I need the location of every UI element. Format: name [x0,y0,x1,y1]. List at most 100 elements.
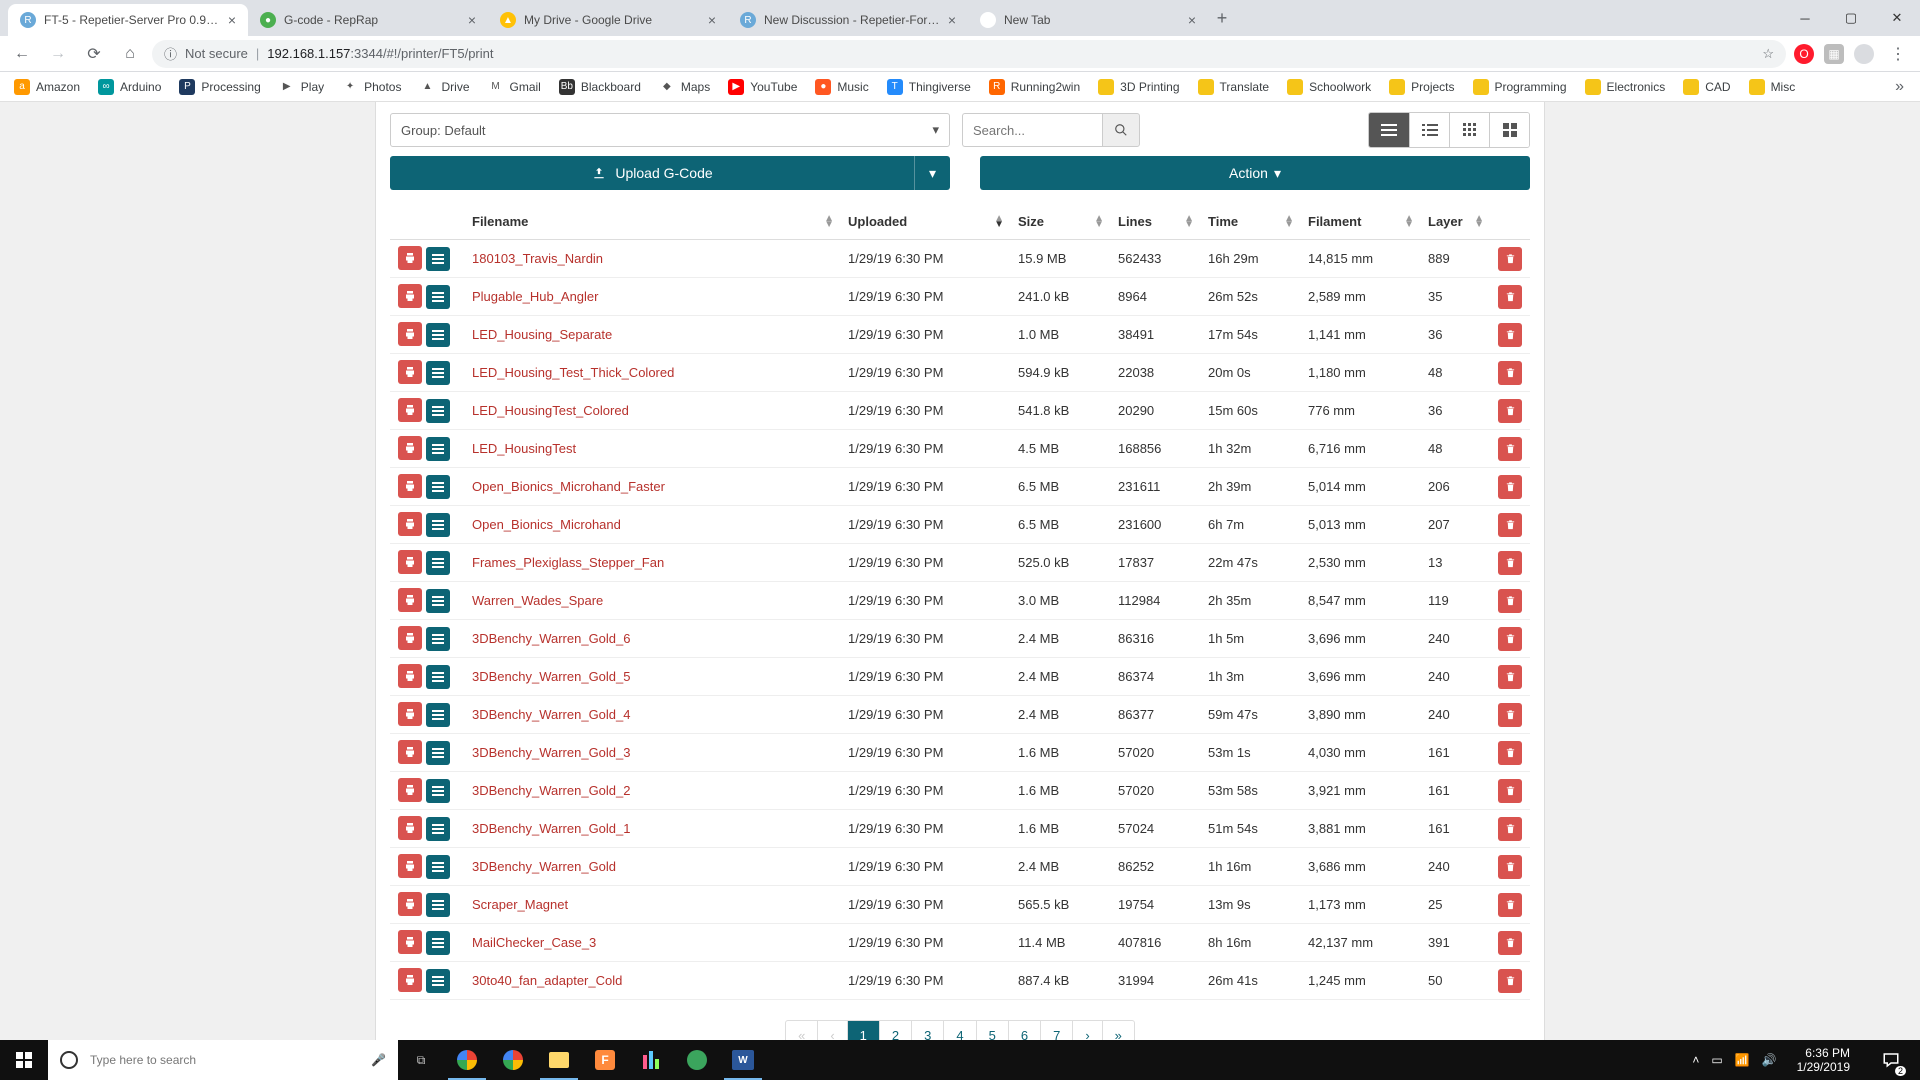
file-link[interactable]: 3DBenchy_Warren_Gold_5 [472,669,631,684]
taskbar-app-orange[interactable]: F [582,1040,628,1080]
delete-button[interactable] [1498,703,1522,727]
bookmark-item[interactable]: TThingiverse [881,79,977,95]
queue-button[interactable] [426,437,450,461]
print-button[interactable] [398,854,422,878]
delete-button[interactable] [1498,627,1522,651]
delete-button[interactable] [1498,513,1522,537]
bookmark-item[interactable]: RRunning2win [983,79,1086,95]
browser-tab[interactable]: RFT-5 - Repetier-Server Pro 0.90.7× [8,4,248,36]
delete-button[interactable] [1498,817,1522,841]
page-next[interactable]: › [1073,1021,1101,1040]
file-link[interactable]: 30to40_fan_adapter_Cold [472,973,622,988]
profile-avatar[interactable] [1854,44,1874,64]
col-filename[interactable]: Filename▲▼ [464,204,840,240]
queue-button[interactable] [426,703,450,727]
print-button[interactable] [398,550,422,574]
view-grid-large-button[interactable] [1489,113,1529,147]
extension-icon[interactable]: ▦ [1824,44,1844,64]
page-number[interactable]: 7 [1041,1021,1072,1040]
page-prev[interactable]: ‹ [818,1021,846,1040]
upload-gcode-button[interactable]: Upload G-Code [390,156,914,190]
col-layer[interactable]: Layer▲▼ [1420,204,1490,240]
taskbar-app-bars[interactable] [628,1040,674,1080]
col-lines[interactable]: Lines▲▼ [1110,204,1200,240]
print-button[interactable] [398,702,422,726]
back-button[interactable]: ← [8,40,36,68]
delete-button[interactable] [1498,361,1522,385]
taskbar-clock[interactable]: 6:36 PM 1/29/2019 [1789,1046,1858,1074]
file-link[interactable]: Frames_Plexiglass_Stepper_Fan [472,555,664,570]
delete-button[interactable] [1498,893,1522,917]
browser-tab[interactable]: ▲My Drive - Google Drive× [488,4,728,36]
search-button[interactable] [1102,113,1140,147]
browser-tab[interactable]: ●G-code - RepRap× [248,4,488,36]
delete-button[interactable] [1498,779,1522,803]
queue-button[interactable] [426,551,450,575]
address-bar[interactable]: ⓘ Not secure | 192.168.1.157:3344/#!/pri… [152,40,1786,68]
print-button[interactable] [398,588,422,612]
file-link[interactable]: Scraper_Magnet [472,897,568,912]
bookmark-item[interactable]: Electronics [1579,79,1672,95]
queue-button[interactable] [426,893,450,917]
close-tab-icon[interactable]: × [708,12,716,28]
tray-overflow-icon[interactable]: ˄ [1692,1053,1699,1067]
delete-button[interactable] [1498,323,1522,347]
minimize-button[interactable]: ─ [1782,2,1828,34]
page-number[interactable]: 2 [880,1021,911,1040]
page-number[interactable]: 3 [912,1021,943,1040]
delete-button[interactable] [1498,551,1522,575]
mic-icon[interactable]: 🎤 [371,1053,386,1067]
bookmark-item[interactable]: Programming [1467,79,1573,95]
page-last[interactable]: » [1103,1021,1134,1040]
print-button[interactable] [398,664,422,688]
file-link[interactable]: Open_Bionics_Microhand_Faster [472,479,665,494]
view-detail-button[interactable] [1409,113,1449,147]
file-link[interactable]: 180103_Travis_Nardin [472,251,603,266]
delete-button[interactable] [1498,437,1522,461]
print-button[interactable] [398,474,422,498]
close-tab-icon[interactable]: × [948,12,956,28]
forward-button[interactable]: → [44,40,72,68]
print-button[interactable] [398,816,422,840]
delete-button[interactable] [1498,399,1522,423]
chrome-menu-button[interactable]: ⋮ [1884,40,1912,68]
close-window-button[interactable]: ✕ [1874,2,1920,34]
file-link[interactable]: LED_Housing_Test_Thick_Colored [472,365,674,380]
delete-button[interactable] [1498,931,1522,955]
delete-button[interactable] [1498,589,1522,613]
bookmark-item[interactable]: ∞Arduino [92,79,167,95]
col-size[interactable]: Size▲▼ [1010,204,1110,240]
upload-gcode-dropdown[interactable]: ▾ [914,156,950,190]
queue-button[interactable] [426,475,450,499]
taskbar-app-chrome-group[interactable] [444,1040,490,1080]
bookmark-item[interactable]: aAmazon [8,79,86,95]
bookmark-item[interactable]: Translate [1192,79,1276,95]
bookmark-item[interactable]: PProcessing [173,79,266,95]
col-time[interactable]: Time▲▼ [1200,204,1300,240]
wifi-icon[interactable]: 📶 [1735,1053,1750,1067]
group-select[interactable]: Group: Default ▾ [390,113,950,147]
queue-button[interactable] [426,361,450,385]
print-button[interactable] [398,930,422,954]
bookmarks-overflow[interactable]: » [1887,78,1912,96]
file-link[interactable]: 3DBenchy_Warren_Gold_6 [472,631,631,646]
opera-extension-icon[interactable]: O [1794,44,1814,64]
page-number[interactable]: 4 [944,1021,975,1040]
queue-button[interactable] [426,589,450,613]
print-button[interactable] [398,284,422,308]
close-tab-icon[interactable]: × [1188,12,1196,28]
file-link[interactable]: Warren_Wades_Spare [472,593,603,608]
battery-icon[interactable]: ▭ [1711,1053,1722,1067]
bookmark-item[interactable]: Misc [1743,79,1802,95]
bookmark-item[interactable]: ▶Play [273,79,330,95]
bookmark-item[interactable]: ▶YouTube [722,79,803,95]
bookmark-item[interactable]: BbBlackboard [553,79,647,95]
queue-button[interactable] [426,969,450,993]
close-tab-icon[interactable]: × [228,12,236,28]
taskbar-search[interactable]: Type here to search 🎤 [48,1040,398,1080]
taskbar-app-green[interactable] [674,1040,720,1080]
delete-button[interactable] [1498,969,1522,993]
queue-button[interactable] [426,513,450,537]
file-link[interactable]: MailChecker_Case_3 [472,935,596,950]
queue-button[interactable] [426,779,450,803]
